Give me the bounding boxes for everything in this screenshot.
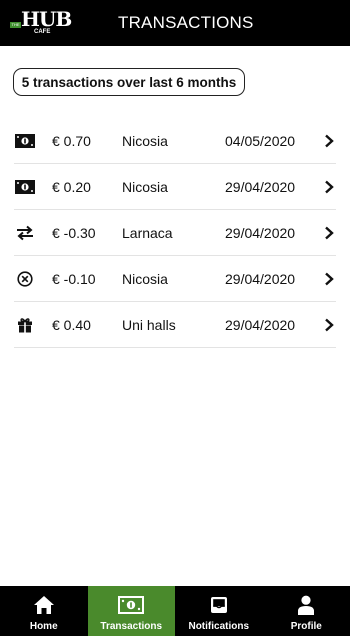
page-title: TRANSACTIONS — [118, 13, 254, 32]
nav-home-label: Home — [29, 621, 58, 632]
chevron-right-icon[interactable] — [324, 272, 334, 286]
transaction-location: Uni halls — [122, 317, 176, 333]
nav-home[interactable]: Home — [0, 586, 88, 636]
logo-badge: THE — [10, 22, 21, 28]
transaction-amount: € 0.40 — [52, 317, 91, 333]
transaction-row[interactable]: € 0.70 Nicosia 04/05/2020 — [14, 118, 336, 164]
transaction-row[interactable]: € 0.40 Uni halls 29/04/2020 — [14, 302, 336, 348]
cash-icon — [15, 178, 35, 196]
transaction-amount: € 0.20 — [52, 179, 91, 195]
chevron-right-icon[interactable] — [324, 134, 334, 148]
transaction-date: 29/04/2020 — [225, 179, 296, 195]
nav-notifications[interactable]: Notifications — [175, 586, 263, 636]
chevron-right-icon[interactable] — [324, 180, 334, 194]
chevron-right-icon[interactable] — [324, 318, 334, 332]
hub-cafe-logo[interactable]: THE HUB CAFE — [10, 8, 72, 38]
bottom-navigation: Home Transactions Notifications Profile — [0, 586, 350, 636]
transaction-location: Nicosia — [122, 133, 168, 149]
transaction-date: 29/04/2020 — [225, 317, 296, 333]
transaction-row[interactable]: € -0.10 Nicosia 29/04/2020 — [14, 256, 336, 302]
transaction-date: 04/05/2020 — [225, 133, 296, 149]
person-icon — [293, 594, 319, 616]
transaction-amount: € -0.10 — [52, 271, 96, 287]
logo-subtext: CAFE — [34, 29, 51, 35]
transaction-date: 29/04/2020 — [225, 271, 296, 287]
transfer-icon — [15, 224, 35, 242]
app-header: THE HUB CAFE TRANSACTIONS — [0, 0, 350, 46]
nav-transactions-label: Transactions — [100, 621, 163, 632]
nav-notifications-label: Notifications — [188, 621, 250, 632]
nav-profile[interactable]: Profile — [263, 586, 350, 636]
transactions-summary-badge: 5 transactions over last 6 months — [13, 68, 245, 96]
transaction-amount: € -0.30 — [52, 225, 96, 241]
inbox-icon — [206, 594, 232, 616]
cash-icon — [15, 132, 35, 150]
transaction-row[interactable]: € -0.30 Larnaca 29/04/2020 — [14, 210, 336, 256]
cash-icon — [118, 594, 145, 616]
cancel-icon — [15, 270, 35, 288]
transactions-list: € 0.70 Nicosia 04/05/2020 € 0.20 Nicosia… — [14, 118, 336, 348]
transaction-location: Nicosia — [122, 179, 168, 195]
transaction-date: 29/04/2020 — [225, 225, 296, 241]
chevron-right-icon[interactable] — [324, 226, 334, 240]
transaction-amount: € 0.70 — [52, 133, 91, 149]
transaction-location: Larnaca — [122, 225, 173, 241]
logo-text: HUB — [21, 7, 72, 31]
gift-icon — [15, 316, 35, 334]
home-icon — [31, 594, 57, 616]
nav-transactions[interactable]: Transactions — [87, 586, 175, 636]
nav-profile-label: Profile — [290, 621, 322, 632]
transaction-row[interactable]: € 0.20 Nicosia 29/04/2020 — [14, 164, 336, 210]
transaction-location: Nicosia — [122, 271, 168, 287]
